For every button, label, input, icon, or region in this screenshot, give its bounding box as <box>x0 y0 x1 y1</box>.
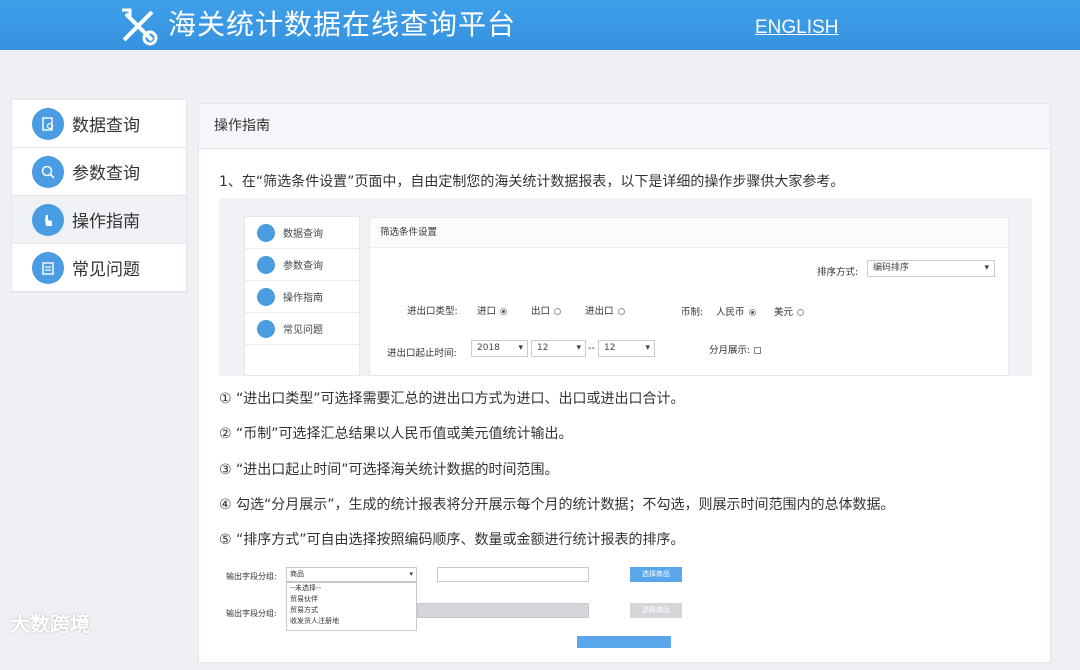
sidebar-item-label: 常见问题 <box>72 260 140 280</box>
chevron-down-icon: ▾ <box>576 343 581 353</box>
field-group-select: 商品 ▾ <box>286 567 417 582</box>
select-goods-button: 选择商品 <box>630 567 682 582</box>
screenshot-form-title: 筛选条件设置 <box>370 218 1008 248</box>
option-item: --未选择-- <box>290 584 322 592</box>
note-time: ③ “进出口起止时间”可选择海关统计数据的时间范围。 <box>219 462 559 478</box>
currency-label: 币制: <box>681 307 704 318</box>
screenshot-filter-form: 筛选条件设置 排序方式: 编码排序 ▾ 进出口类型: 进口 出口 进出口 币制: … <box>369 217 1009 376</box>
panel-title: 操作指南 <box>199 104 1050 149</box>
type-option: 进口 <box>477 303 508 317</box>
radio-icon <box>500 308 508 315</box>
chevron-down-icon: ▾ <box>518 343 523 353</box>
option-item: 贸易方式 <box>290 606 318 614</box>
screenshot-sidebar-label: 数据查询 <box>283 229 323 240</box>
site-title: 海关统计数据在线查询平台 <box>168 8 517 41</box>
screenshot-sidebar-item: 操作指南 <box>245 281 359 313</box>
field-group-label: 输出字段分组: <box>226 572 277 581</box>
screenshot-sidebar-label: 参数查询 <box>283 261 323 272</box>
intro-text: 1、在“筛选条件设置”页面中，自由定制您的海关统计数据报表，以下是详细的操作步骤… <box>219 174 845 190</box>
checkbox-icon <box>754 347 762 354</box>
note-currency: ② “币制”可选择汇总结果以人民币值或美元值统计输出。 <box>219 426 573 442</box>
field-input-disabled <box>417 603 589 618</box>
screenshot-sidebar-label: 操作指南 <box>283 293 323 304</box>
english-language-link[interactable]: ENGLISH <box>755 17 838 39</box>
screenshot-sidebar-item: 参数查询 <box>245 249 359 281</box>
currency-option: 美元 <box>774 304 805 318</box>
watermark: 大数跨境 <box>10 612 90 636</box>
type-option: 进出口 <box>585 303 625 317</box>
sidebar-item-faq[interactable]: 常见问题 <box>12 244 186 292</box>
note-sort: ⑤ “排序方式”可自由选择按照编码顺序、数量或金额进行统计报表的排序。 <box>219 532 685 548</box>
output-fields-screenshot: 输出字段分组: 商品 ▾ 选择商品 --未选择-- 贸易伙伴 贸易方式 收发货人注… <box>219 560 719 670</box>
clipboard-icon <box>257 319 275 338</box>
document-search-icon <box>257 223 275 242</box>
range-dash: -- <box>588 343 595 354</box>
sort-value: 编码排序 <box>873 263 910 273</box>
time-label: 进出口起止时间: <box>387 348 457 359</box>
screenshot-sidebar-item: 常见问题 <box>245 313 359 345</box>
chevron-down-icon: ▾ <box>984 263 989 273</box>
radio-icon <box>797 309 805 316</box>
screenshot-sidebar-label: 常见问题 <box>283 325 323 336</box>
customs-logo-icon <box>122 8 158 46</box>
month-to-select: 12 ▾ <box>598 340 655 357</box>
sidebar-item-label: 参数查询 <box>72 164 140 184</box>
submit-button <box>577 636 671 648</box>
sidebar-nav: 数据查询 参数查询 操作指南 常见问题 <box>11 99 187 293</box>
monthly-label: 分月展示: <box>709 342 762 356</box>
sort-select: 编码排序 ▾ <box>867 260 995 277</box>
screenshot-sidebar-item: 数据查询 <box>245 217 359 249</box>
screenshot-sidebar: 数据查询 参数查询 操作指南 常见问题 <box>244 216 360 376</box>
field-group-options: --未选择-- 贸易伙伴 贸易方式 收发货人注册地 <box>286 582 417 631</box>
field-input <box>437 567 589 582</box>
radio-icon <box>748 309 756 316</box>
chevron-down-icon: ▾ <box>409 570 413 578</box>
guide-panel: 操作指南 1、在“筛选条件设置”页面中，自由定制您的海关统计数据报表，以下是详细… <box>198 103 1051 663</box>
filter-settings-screenshot: 数据查询 参数查询 操作指南 常见问题 筛选条件设置 排序方式: 编码排序 ▾ 进… <box>219 198 1032 376</box>
sort-label: 排序方式: <box>817 267 859 278</box>
sidebar-item-label: 操作指南 <box>72 212 140 232</box>
option-item: 贸易伙伴 <box>290 595 318 603</box>
note-type: ① “进出口类型”可选择需要汇总的进出口方式为进口、出口或进出口合计。 <box>219 391 685 407</box>
field-group-label: 输出字段分组: <box>226 609 277 618</box>
top-header: 海关统计数据在线查询平台 ENGLISH <box>0 0 1080 50</box>
sidebar-item-label: 数据查询 <box>72 116 140 136</box>
select-goods-button-disabled: 选择商品 <box>630 603 682 618</box>
sidebar-item-param-query[interactable]: 参数查询 <box>12 148 186 196</box>
sidebar-item-data-query[interactable]: 数据查询 <box>12 100 186 148</box>
month-from-select: 12 ▾ <box>531 340 586 357</box>
type-option: 出口 <box>531 303 562 317</box>
year-select: 2018 ▾ <box>471 340 528 357</box>
note-monthly: ④ 勾选“分月展示”，生成的统计报表将分开展示每个月的统计数据；不勾选，则展示时… <box>219 497 895 513</box>
hand-pointer-icon <box>32 203 64 236</box>
clipboard-icon <box>32 251 64 284</box>
document-search-icon <box>32 107 64 140</box>
option-item: 收发货人注册地 <box>290 617 339 625</box>
radio-icon <box>617 308 625 315</box>
magnifier-icon <box>32 155 64 188</box>
sidebar-item-guide[interactable]: 操作指南 <box>12 196 186 244</box>
magnifier-icon <box>257 255 275 274</box>
type-label: 进出口类型: <box>407 306 458 317</box>
radio-icon <box>554 308 562 315</box>
currency-option: 人民币 <box>716 304 756 318</box>
chevron-down-icon: ▾ <box>645 343 650 353</box>
hand-pointer-icon <box>257 287 275 306</box>
